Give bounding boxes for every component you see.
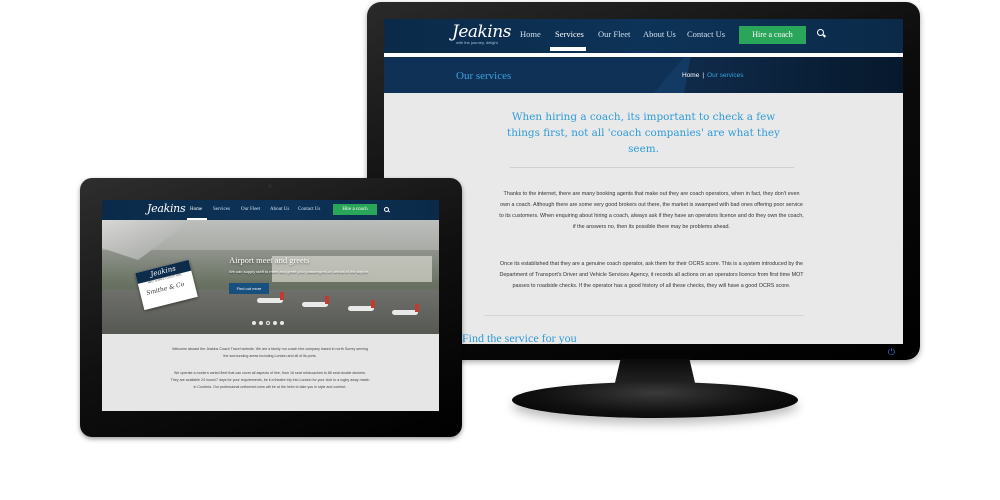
hero-slider: Jeakins MEET & GREET COACH HIRE Smithe &… bbox=[102, 220, 439, 334]
divider bbox=[510, 167, 794, 168]
slider-dot[interactable] bbox=[252, 321, 256, 325]
site-navbar: Jeakins with the journey, delight Home S… bbox=[384, 19, 903, 53]
nav-our-fleet[interactable]: Our Fleet bbox=[598, 29, 630, 39]
nav-contact-us[interactable]: Contact Us bbox=[687, 29, 725, 39]
site-navbar: Jeakins Home Services Our Fleet About Us… bbox=[102, 200, 439, 220]
breadcrumb-current: Our services bbox=[707, 72, 744, 79]
breadcrumb: Home | Our services bbox=[682, 72, 744, 79]
services-paragraph-1: Thanks to the internet, there are many b… bbox=[499, 191, 804, 230]
slider-dot[interactable] bbox=[280, 321, 284, 325]
breadcrumb-separator: | bbox=[702, 72, 705, 79]
power-icon: ⏻ bbox=[887, 348, 895, 358]
breadcrumb-home[interactable]: Home bbox=[682, 72, 699, 79]
nav-home[interactable]: Home bbox=[520, 29, 541, 39]
nav-home[interactable]: Home bbox=[190, 207, 202, 212]
monitor-base bbox=[512, 382, 798, 418]
hero-title: Airport meet and greets bbox=[229, 255, 310, 265]
tablet-device: Jeakins Home Services Our Fleet About Us… bbox=[80, 178, 462, 437]
nav-services[interactable]: Services bbox=[555, 29, 584, 39]
camera-icon bbox=[268, 184, 272, 188]
jeakins-logo[interactable]: Jeakins bbox=[147, 202, 186, 215]
jeakins-logo[interactable]: Jeakins with the journey, delight bbox=[452, 22, 511, 45]
nav-active-indicator bbox=[550, 47, 586, 51]
hero-text: We can supply staff to meet and greet yo… bbox=[229, 269, 370, 274]
nav-about-us[interactable]: About Us bbox=[643, 29, 676, 39]
page-banner: Our services Home | Our services bbox=[384, 57, 903, 93]
find-service-heading: Find the service for you bbox=[462, 331, 577, 344]
intro-paragraph-1: Welcome aboard the Jeakins Coach Travel … bbox=[172, 347, 368, 358]
hire-a-coach-button[interactable]: Hire a coach bbox=[333, 204, 377, 215]
nav-our-fleet[interactable]: Our Fleet bbox=[241, 207, 260, 212]
services-paragraph-2: Once its established that they are a gen… bbox=[499, 261, 804, 289]
find-out-more-button[interactable]: Find out more bbox=[229, 283, 269, 294]
nav-contact-us[interactable]: Contact Us bbox=[298, 207, 320, 212]
hire-a-coach-button[interactable]: Hire a coach bbox=[739, 26, 806, 44]
tablet-screen: Jeakins Home Services Our Fleet About Us… bbox=[102, 200, 439, 411]
slider-dot-active[interactable] bbox=[266, 321, 270, 325]
page-title: Our services bbox=[456, 70, 512, 82]
nav-services[interactable]: Services bbox=[213, 207, 230, 212]
intro-paragraph-2: We operate a modern varied fleet that ca… bbox=[170, 371, 370, 389]
slider-dot[interactable] bbox=[273, 321, 277, 325]
services-heading: When hiring a coach, its important to ch… bbox=[507, 111, 780, 155]
search-icon[interactable] bbox=[384, 206, 391, 214]
divider bbox=[484, 315, 804, 316]
slider-dots bbox=[252, 321, 284, 325]
slider-dot[interactable] bbox=[259, 321, 263, 325]
nav-about-us[interactable]: About Us bbox=[270, 207, 289, 212]
search-icon[interactable] bbox=[817, 28, 827, 40]
